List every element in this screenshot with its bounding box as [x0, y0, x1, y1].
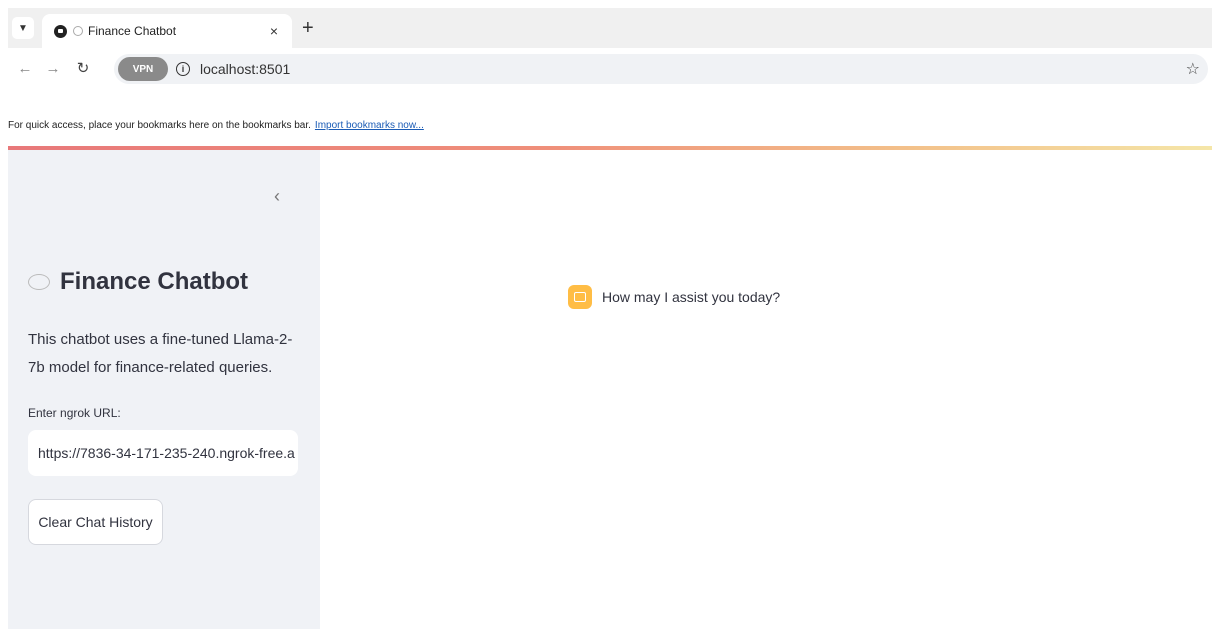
robot-face-icon [574, 292, 586, 302]
bookmarks-hint: For quick access, place your bookmarks h… [8, 119, 311, 131]
forward-arrow-icon[interactable]: → [42, 60, 64, 77]
bookmarks-bar: For quick access, place your bookmarks h… [8, 114, 1212, 136]
vpn-badge[interactable]: VPN [118, 57, 168, 81]
assistant-avatar-icon [568, 285, 592, 309]
address-bar-row: ← → ↻ VPN i localhost:8501 ☆ [8, 48, 1212, 88]
sidebar: ‹ Finance Chatbot This chatbot uses a fi… [8, 150, 320, 629]
site-favicon-icon [54, 24, 67, 38]
browser-window: ▼ Finance Chatbot × + ← → ↻ VPN i localh… [8, 8, 1212, 629]
speech-bubble-icon [28, 274, 50, 290]
active-tab[interactable]: Finance Chatbot × [42, 14, 292, 48]
tab-search-button[interactable]: ▼ [12, 17, 34, 39]
assistant-message-text: How may I assist you today? [602, 289, 781, 305]
tab-bar: ▼ Finance Chatbot × + [8, 8, 1212, 48]
sidebar-title: Finance Chatbot [28, 268, 248, 296]
back-arrow-icon[interactable]: ← [14, 60, 36, 77]
new-tab-button[interactable]: + [302, 17, 314, 40]
bookmark-star-icon[interactable]: ☆ [1186, 59, 1200, 79]
assistant-message: How may I assist you today? [568, 285, 780, 309]
import-bookmarks-link[interactable]: Import bookmarks now... [315, 120, 424, 131]
omnibox[interactable]: VPN i localhost:8501 ☆ [114, 54, 1208, 84]
collapse-sidebar-icon[interactable]: ‹ [274, 186, 280, 207]
ngrok-url-input[interactable] [28, 430, 298, 476]
ngrok-url-label: Enter ngrok URL: [28, 406, 121, 420]
chevron-down-icon: ▼ [18, 22, 28, 34]
sidebar-description: This chatbot uses a fine-tuned Llama-2-7… [28, 331, 293, 376]
clear-chat-history-button[interactable]: Clear Chat History [28, 499, 163, 545]
loading-icon [73, 26, 83, 36]
reload-icon[interactable]: ↻ [72, 59, 94, 77]
url-text[interactable]: localhost:8501 [200, 61, 290, 77]
site-info-icon[interactable]: i [176, 62, 190, 76]
main-chat-area: How may I assist you today? [320, 150, 1212, 629]
tab-close-icon[interactable]: × [270, 23, 278, 39]
tab-title: Finance Chatbot [88, 24, 177, 38]
sidebar-title-text: Finance Chatbot [60, 268, 249, 295]
